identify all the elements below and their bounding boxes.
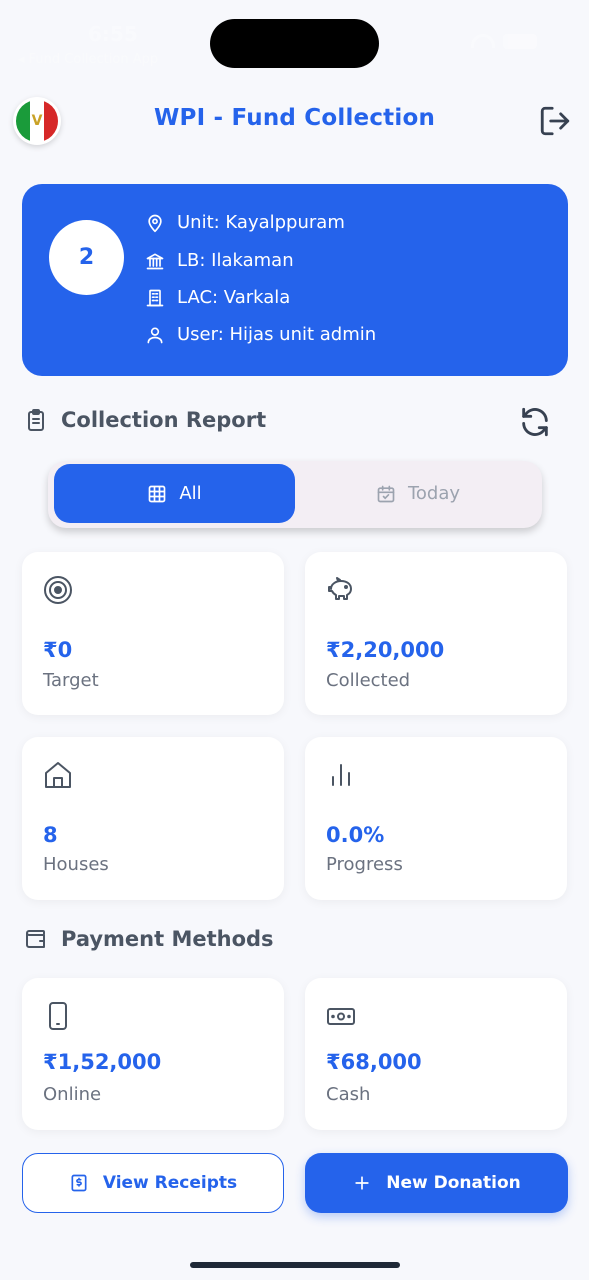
status-time: 6:55 <box>88 22 138 46</box>
new-donation-label: New Donation <box>386 1173 521 1193</box>
view-receipts-button[interactable]: View Receipts <box>22 1153 284 1213</box>
tab-today[interactable]: Today <box>298 464 538 523</box>
payment-methods-title: Payment Methods <box>61 927 274 951</box>
unit-badge: 2 <box>49 220 124 295</box>
collection-report-header: Collection Report <box>24 408 266 432</box>
bank-icon <box>146 253 164 269</box>
dynamic-island <box>210 19 379 68</box>
collected-value: ₹2,20,000 <box>326 638 445 662</box>
location-pin-icon <box>148 214 162 232</box>
new-donation-button[interactable]: New Donation <box>305 1153 568 1213</box>
target-icon <box>44 576 72 604</box>
battery-icon <box>503 34 537 49</box>
collection-report-title: Collection Report <box>61 408 267 432</box>
unit-info-card: 2 Unit: Kayalppuram LB: Ilakaman LAC: Va… <box>22 184 568 376</box>
bar-chart-icon <box>332 764 350 786</box>
info-lac-row: LAC: Varkala <box>145 287 290 308</box>
tab-all-label: All <box>179 483 202 504</box>
receipt-icon <box>71 1174 87 1192</box>
info-lac: LAC: Varkala <box>177 287 291 308</box>
collected-card: ₹2,20,000 Collected <box>305 552 567 715</box>
target-label: Target <box>43 670 99 691</box>
page-title: WPI - Fund Collection <box>153 105 436 131</box>
grid-icon <box>148 485 166 502</box>
wifi-icon <box>471 34 495 48</box>
progress-value: 0.0% <box>326 823 385 847</box>
calendar-icon <box>377 485 395 502</box>
piggy-bank-icon <box>328 577 352 600</box>
collected-label: Collected <box>326 670 411 691</box>
wallet-icon <box>26 930 45 948</box>
progress-card: 0.0% Progress <box>305 737 567 900</box>
online-value: ₹1,52,000 <box>43 1050 162 1074</box>
info-user: User: Hijas unit admin <box>177 324 377 345</box>
logout-icon[interactable] <box>538 104 572 138</box>
target-value: ₹0 <box>43 638 73 662</box>
plus-icon <box>355 1176 369 1190</box>
progress-label: Progress <box>326 854 403 875</box>
info-unit: Unit: Kayalppuram <box>177 212 345 233</box>
cash-icon <box>327 1008 355 1025</box>
info-user-row: User: Hijas unit admin <box>145 324 376 345</box>
cash-card: ₹68,000 Cash <box>305 978 567 1130</box>
status-icons <box>471 34 537 49</box>
cash-value: ₹68,000 <box>326 1050 422 1074</box>
online-card: ₹1,52,000 Online <box>22 978 284 1130</box>
cash-label: Cash <box>326 1084 371 1105</box>
user-icon <box>147 327 163 343</box>
houses-value: 8 <box>43 823 58 847</box>
phone-icon <box>49 1002 67 1030</box>
building-icon <box>146 289 164 306</box>
info-unit-row: Unit: Kayalppuram <box>145 212 345 233</box>
payment-methods-header: Payment Methods <box>24 927 274 951</box>
tab-today-label: Today <box>407 483 461 504</box>
refresh-icon[interactable] <box>518 405 552 439</box>
clipboard-icon <box>28 409 44 431</box>
houses-label: Houses <box>43 854 109 875</box>
home-indicator <box>190 1262 400 1268</box>
house-icon <box>45 762 71 788</box>
online-label: Online <box>43 1084 102 1105</box>
info-lb-row: LB: Ilakaman <box>145 250 294 271</box>
status-bar: 6:55 ◂ Fund Collection App <box>0 0 589 80</box>
report-period-toggle: All Today <box>48 461 542 528</box>
info-lb: LB: Ilakaman <box>177 250 294 271</box>
tab-all[interactable]: All <box>54 464 295 523</box>
target-card: ₹0 Target <box>22 552 284 715</box>
houses-card: 8 Houses <box>22 737 284 900</box>
back-to-app-link[interactable]: ◂ Fund Collection App <box>18 52 158 67</box>
view-receipts-label: View Receipts <box>102 1173 238 1193</box>
